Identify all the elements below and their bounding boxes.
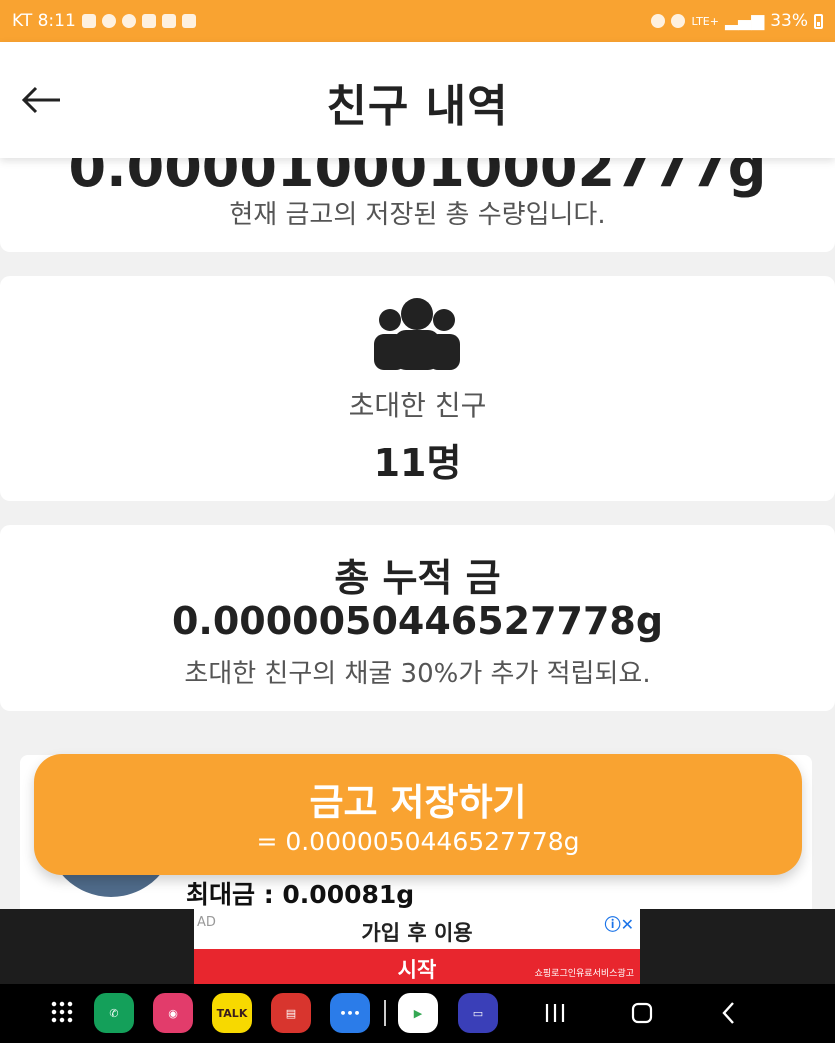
accumulated-amount: 0.0000050446527778g — [171, 599, 664, 643]
ad-banner-area: AD ⓘ✕ 가입 후 이용 시작 쇼핑로그인유료서비스광고 — [0, 909, 835, 984]
youtube-icon — [141, 14, 156, 28]
camera-icon[interactable]: ◉ — [153, 993, 193, 1033]
notification-icon — [81, 14, 96, 28]
bluetooth-icon — [671, 14, 686, 28]
page-title: 친구 내역 — [326, 81, 509, 132]
navigation-bar: ✆ ◉ TALK ▤ ••• ▶ ▭ — [0, 984, 835, 1043]
app-bar: 친구 내역 — [0, 42, 835, 158]
back-nav-icon[interactable] — [720, 998, 738, 1028]
cloud-icon — [101, 14, 116, 28]
kakaotalk-icon[interactable]: TALK — [212, 993, 252, 1033]
alarm-icon — [651, 14, 666, 28]
home-icon[interactable] — [630, 998, 654, 1028]
network-label: LTE+ — [691, 14, 719, 28]
ad-banner[interactable]: AD ⓘ✕ 가입 후 이용 시작 쇼핑로그인유료서비스광고 — [194, 909, 640, 984]
max-amount-label: 최대금 : 0.00081g — [186, 880, 415, 909]
status-time: KT 8:11 — [12, 11, 76, 31]
play-store-icon[interactable]: ▶ — [398, 993, 438, 1033]
invited-friends-count: 11명 — [373, 441, 462, 485]
ad-subtext: 쇼핑로그인유료서비스광고 — [534, 969, 634, 979]
gallery-icon — [161, 14, 176, 28]
invite-card: 초대한 친구 11명 — [0, 276, 835, 501]
heart-icon — [121, 14, 136, 28]
signal-icon: ▂▄▆ — [724, 11, 765, 31]
app-drawer-icon[interactable] — [50, 1000, 74, 1024]
invited-friends-label: 초대한 친구 — [348, 389, 487, 422]
notes-icon[interactable]: ▤ — [271, 993, 311, 1033]
recent-apps-icon[interactable] — [544, 998, 566, 1028]
kakao-label: TALK — [216, 1006, 248, 1020]
battery-text: 33% — [770, 11, 808, 31]
users-icon — [374, 298, 460, 370]
accumulated-card: 총 누적 금 0.0000050446527778g 초대한 친구의 채굴 30… — [0, 525, 835, 711]
save-to-vault-button[interactable]: 금고 저장하기 = 0.0000050446527778g — [34, 754, 802, 875]
dock-divider — [384, 1000, 386, 1026]
save-button-label: 금고 저장하기 — [309, 781, 527, 824]
vault-description: 현재 금고의 저장된 총 수량입니다. — [229, 200, 606, 230]
messages-icon[interactable]: ••• — [330, 993, 370, 1033]
save-button-amount: = 0.0000050446527778g — [256, 827, 580, 856]
battery-icon — [814, 13, 823, 29]
accumulated-title: 총 누적 금 — [334, 556, 501, 600]
ad-cta-strip[interactable]: 시작 쇼핑로그인유료서비스광고 — [194, 949, 640, 984]
status-bar: KT 8:11 LTE+ ▂▄▆ 33% — [0, 0, 835, 42]
kt-icon — [181, 14, 196, 28]
pay-icon[interactable]: ▭ — [458, 993, 498, 1033]
accumulated-description: 초대한 친구의 채굴 30%가 추가 적립되요. — [184, 659, 651, 689]
phone-icon[interactable]: ✆ — [94, 993, 134, 1033]
ad-title: 가입 후 이용 — [361, 921, 473, 945]
